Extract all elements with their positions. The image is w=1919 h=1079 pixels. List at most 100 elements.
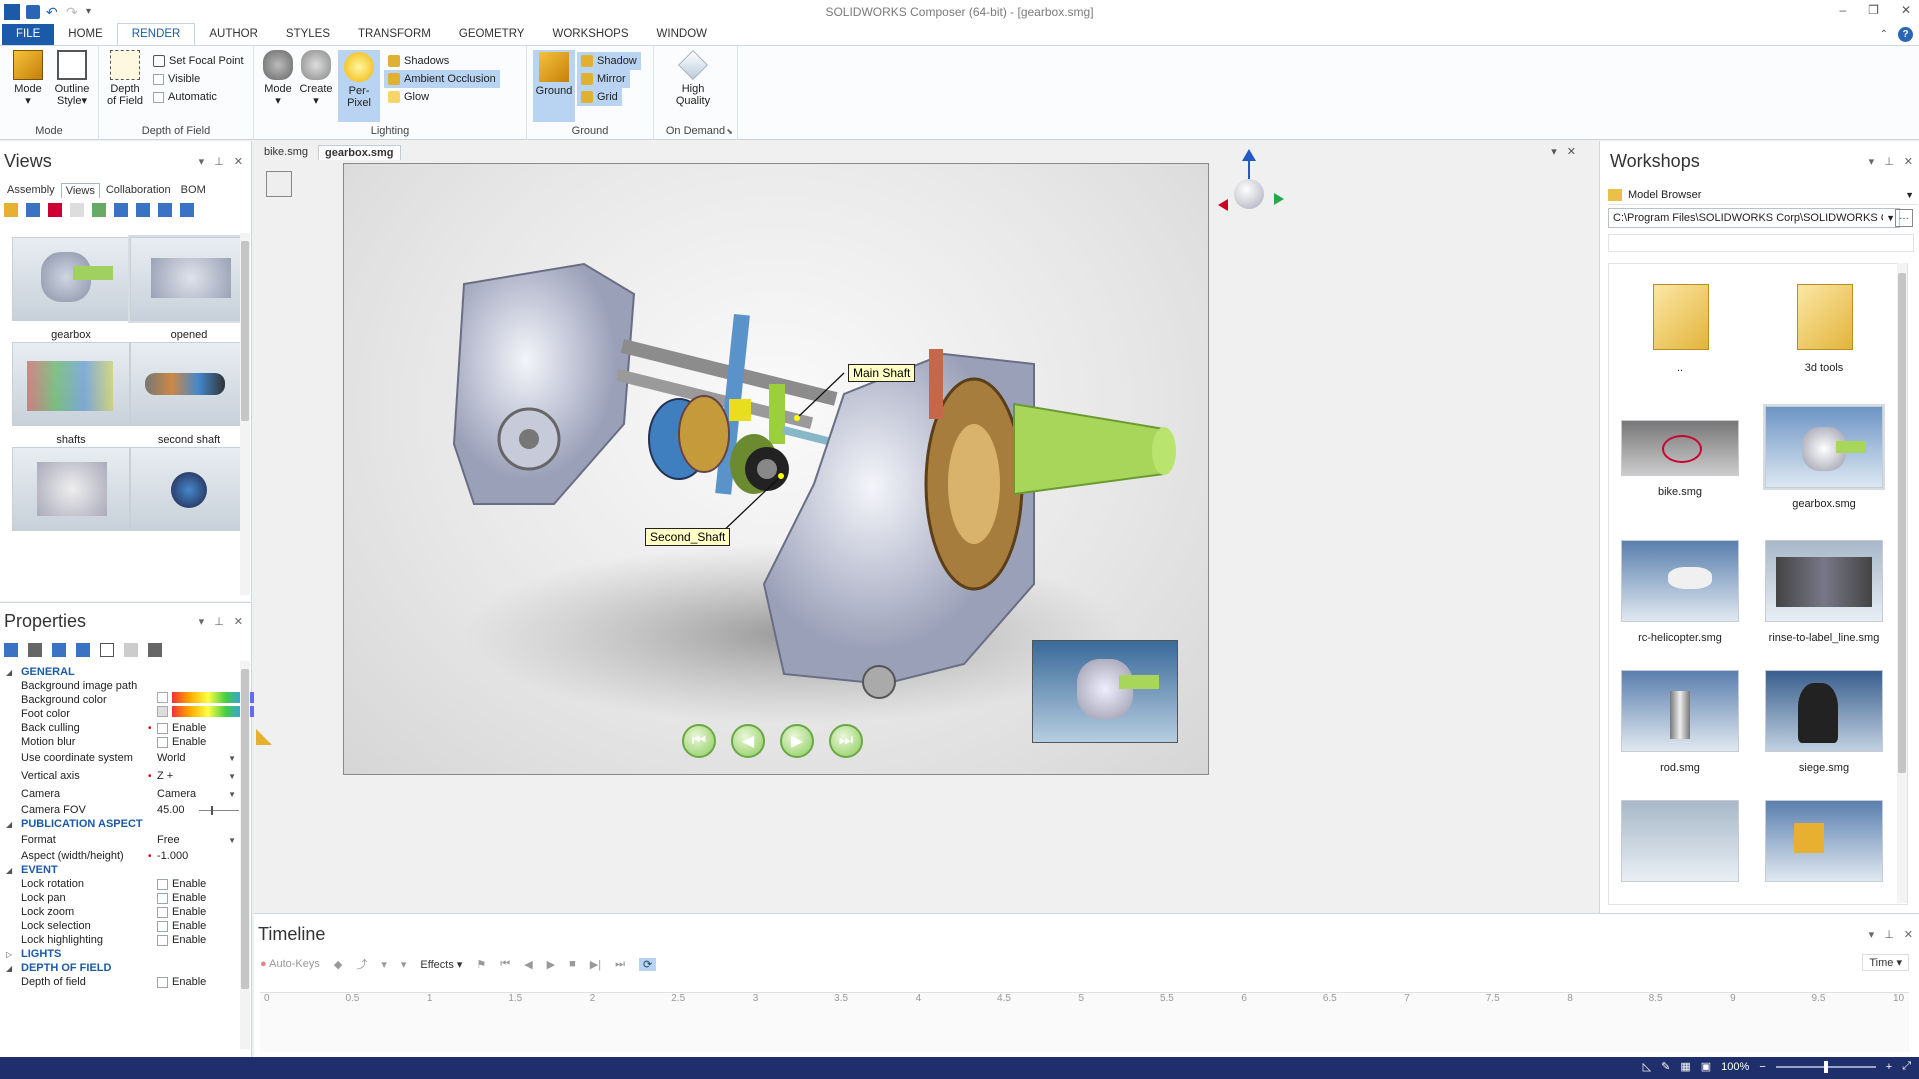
browse-button[interactable]: … <box>1895 209 1913 227</box>
property-row[interactable]: Motion blur Enable <box>0 734 240 751</box>
views-scrollbar[interactable] <box>240 233 250 595</box>
effects-button[interactable]: Effects ▾ <box>420 958 462 971</box>
tab-assembly[interactable]: Assembly <box>3 183 59 198</box>
view-thumbnail[interactable] <box>130 447 248 539</box>
selection-key-icon[interactable]: ▾ <box>381 958 387 971</box>
timeline-ruler[interactable]: 0 0.5 1 1.5 2 2.5 3 3.5 4 4.5 5 5.5 6 6.5 7 7.5 8 8.5 9 9.5… <box>260 992 1909 1052</box>
3d-viewport[interactable]: Main Shaft Second_Shaft ⏮ ◀ ▶ ⏭ <box>343 163 1209 775</box>
view-thumbnail[interactable]: opened <box>128 235 250 341</box>
filter-input[interactable] <box>1608 234 1914 252</box>
stop-icon[interactable]: ■ <box>569 958 576 970</box>
grid-button[interactable]: Grid <box>577 88 622 106</box>
update-actors-icon[interactable] <box>136 203 150 217</box>
time-mode-button[interactable]: Time ▾ <box>1862 954 1909 971</box>
tab-bom[interactable]: BOM <box>177 183 210 198</box>
first-view-button[interactable]: ⏮ <box>682 724 716 758</box>
ground-button[interactable]: Ground <box>533 50 575 122</box>
automatic-checkbox[interactable]: Automatic <box>149 88 221 106</box>
previous-view-button[interactable]: ◀ <box>731 724 765 758</box>
properties-settings-icon[interactable] <box>148 643 162 657</box>
view-thumbnail[interactable]: second shaft <box>130 342 248 446</box>
tab-geometry[interactable]: GEOMETRY <box>445 24 539 45</box>
shadows-button[interactable]: Shadows <box>384 52 453 70</box>
ground-shadow-button[interactable]: Shadow <box>577 52 641 70</box>
property-row[interactable]: Use coordinate system World ▼ <box>0 750 240 767</box>
tab-styles[interactable]: STYLES <box>272 24 344 45</box>
panel-dropdown-icon[interactable]: ▾ <box>1869 928 1875 941</box>
camera-key-icon[interactable]: ▾ <box>401 958 407 971</box>
view-thumbnail[interactable]: shafts <box>12 342 130 446</box>
callout-main-shaft[interactable]: Main Shaft <box>848 364 916 382</box>
undo-icon[interactable]: ↶ <box>46 5 60 19</box>
collapse-ribbon-icon[interactable]: ⌃ <box>1880 29 1888 40</box>
zoom-in-icon[interactable]: + <box>1886 1061 1892 1073</box>
key-tools-icon[interactable]: ⤴ <box>356 956 367 972</box>
file-item[interactable]: rc-helicopter.smg <box>1621 540 1739 644</box>
property-row[interactable]: Depth of field Enable <box>0 974 240 991</box>
filter-icon[interactable]: ⚑ <box>476 958 486 971</box>
paper-icon[interactable] <box>266 171 292 197</box>
zoom-slider[interactable] <box>1775 1060 1876 1073</box>
lighting-mode-button[interactable]: Mode ▾ <box>262 50 294 107</box>
set-key-icon[interactable]: ◆ <box>334 958 342 971</box>
panel-dropdown-icon[interactable]: ▾ <box>199 615 205 628</box>
auto-keys-button[interactable]: ● Auto-Keys <box>260 958 320 970</box>
update-camera-icon[interactable] <box>114 203 128 217</box>
visible-checkbox[interactable]: Visible <box>149 70 204 88</box>
sketch-icon[interactable]: ✎ <box>1661 1060 1670 1073</box>
checkbox[interactable] <box>157 879 168 890</box>
dropdown-arrow-icon[interactable]: ▼ <box>1886 213 1895 223</box>
path-combobox[interactable]: C:\Program Files\SOLIDWORKS Corp\SOLIDWO… <box>1608 208 1900 228</box>
pin-icon[interactable]: ⊥ <box>1884 155 1894 168</box>
update-properties-icon[interactable] <box>158 203 172 217</box>
restore-button[interactable]: ❐ <box>1868 3 1879 17</box>
default-icon[interactable] <box>100 643 114 657</box>
sort-alpha-icon[interactable] <box>28 643 42 657</box>
workshop-selector[interactable]: Model Browser ▼ <box>1608 185 1918 205</box>
workshops-scrollbar[interactable] <box>1897 263 1907 903</box>
color-swatch[interactable] <box>157 706 168 717</box>
file-item[interactable]: bike.smg <box>1621 420 1739 498</box>
pin-icon[interactable]: ⊥ <box>214 615 224 628</box>
dropdown-arrow-icon[interactable]: ▼ <box>228 750 236 767</box>
redo-icon[interactable]: ↷ <box>66 5 80 19</box>
checkbox[interactable] <box>157 893 168 904</box>
tab-window[interactable]: WINDOW <box>643 24 721 45</box>
folder-item[interactable]: .. <box>1621 272 1739 374</box>
tab-render[interactable]: RENDER <box>116 23 196 45</box>
next-view-button[interactable]: ▶ <box>780 724 814 758</box>
file-item[interactable]: gearbox.smg <box>1763 404 1885 510</box>
view-thumbnail[interactable]: gearbox <box>12 237 130 341</box>
delete-view-icon[interactable] <box>48 203 62 217</box>
checkbox[interactable] <box>157 907 168 918</box>
last-view-button[interactable]: ⏭ <box>829 724 863 758</box>
ambient-occlusion-button[interactable]: Ambient Occlusion <box>384 70 500 88</box>
close-icon[interactable]: ✕ <box>1904 155 1913 168</box>
frame-icon[interactable]: ▣ <box>1701 1060 1711 1073</box>
dropdown-arrow-icon[interactable]: ▼ <box>228 768 236 785</box>
pin-icon[interactable]: ⊥ <box>214 155 224 168</box>
close-icon[interactable]: ✕ <box>234 615 243 628</box>
file-item[interactable]: siege.smg <box>1765 670 1883 774</box>
high-quality-button[interactable]: High Quality <box>668 50 718 107</box>
tab-file[interactable]: FILE <box>2 24 55 45</box>
fit-to-window-icon[interactable]: ⤢ <box>1902 1060 1911 1073</box>
file-item[interactable]: rinse-to-label_line.smg <box>1765 540 1883 644</box>
zoom-out-icon[interactable]: − <box>1759 1061 1765 1073</box>
set-focal-point-button[interactable]: Set Focal Point <box>149 52 248 70</box>
expand-all-icon[interactable] <box>52 643 66 657</box>
color-swatch[interactable] <box>157 692 168 703</box>
outline-style-button[interactable]: Outline Style▾ <box>50 50 94 107</box>
file-item[interactable] <box>1765 800 1883 882</box>
property-row[interactable]: Format Free ▼ <box>0 832 240 849</box>
brush-icon[interactable] <box>92 203 106 217</box>
properties-scrollbar[interactable] <box>240 661 250 1049</box>
update-visibility-icon[interactable] <box>180 203 194 217</box>
section-publication-aspect[interactable]: ◢ PUBLICATION ASPECT <box>0 816 240 833</box>
doc-list-icon[interactable]: ▾ <box>1551 145 1557 158</box>
help-icon[interactable]: ? <box>1898 27 1913 42</box>
tab-views[interactable]: Views <box>60 183 100 198</box>
grid-toggle-icon[interactable]: ▦ <box>1680 1060 1690 1073</box>
panel-dropdown-icon[interactable]: ▾ <box>199 155 205 168</box>
file-item[interactable] <box>1621 800 1739 882</box>
